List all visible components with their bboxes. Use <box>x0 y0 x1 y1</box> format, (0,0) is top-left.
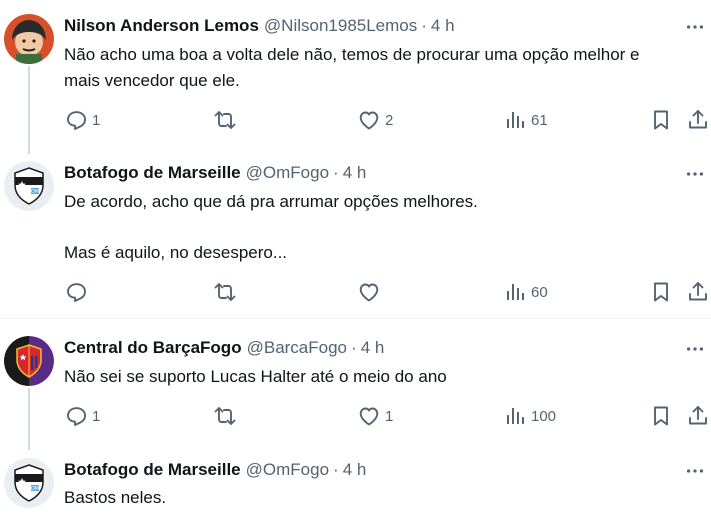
author-handle[interactable]: @OmFogo <box>246 459 329 481</box>
bookmark-button[interactable] <box>649 107 673 133</box>
tweet-header: Botafogo de Marseille @OmFogo · 4 h <box>64 459 366 481</box>
retweet-button[interactable] <box>213 107 237 133</box>
tweet-header: Botafogo de Marseille @OmFogo · 4 h <box>64 162 366 184</box>
reply-button[interactable] <box>64 279 88 305</box>
heart-icon <box>359 407 379 426</box>
author-handle[interactable]: @Nilson1985Lemos <box>264 15 417 37</box>
avatar[interactable]: OM <box>4 458 54 508</box>
svg-text:OM: OM <box>31 189 39 195</box>
more-icon[interactable] <box>683 163 707 185</box>
heart-icon <box>359 283 379 302</box>
author-name[interactable]: Botafogo de Marseille <box>64 162 241 184</box>
views-icon <box>507 284 524 300</box>
bookmark-button[interactable] <box>649 279 673 305</box>
share-icon <box>689 406 707 425</box>
separator-dot: · <box>333 460 339 479</box>
tweet-separator <box>0 318 711 319</box>
reply-icon <box>67 111 86 130</box>
views-count: 61 <box>531 111 548 129</box>
tweet[interactable]: Central do BarçaFogo @BarcaFogo · 4 h Nã… <box>0 336 711 436</box>
action-bar: 1 2 61 <box>0 107 711 133</box>
author-name[interactable]: Central do BarçaFogo <box>64 337 242 359</box>
more-icon[interactable] <box>683 338 707 360</box>
action-bar: 1 1 100 <box>0 403 711 429</box>
timestamp[interactable]: 4 h <box>343 162 367 184</box>
heart-icon <box>359 111 379 130</box>
tweet-text-line: Não acho uma boa a volta dele não, temos… <box>64 45 640 64</box>
reply-button[interactable]: 1 <box>64 107 100 133</box>
tweet-text-line: De acordo, acho que dá pra arrumar opçõe… <box>64 192 478 211</box>
like-button[interactable]: 2 <box>357 107 393 133</box>
share-button[interactable] <box>686 403 710 429</box>
like-count: 2 <box>385 111 394 129</box>
views-icon <box>507 112 524 128</box>
author-handle[interactable]: @BarcaFogo <box>247 337 347 359</box>
reply-icon <box>67 283 86 302</box>
retweet-icon <box>214 111 236 129</box>
author-handle[interactable]: @OmFogo <box>246 162 329 184</box>
share-icon <box>689 110 707 129</box>
share-icon <box>689 282 707 301</box>
svg-text:OM: OM <box>31 486 39 492</box>
timestamp[interactable]: 4 h <box>361 337 385 359</box>
tweet[interactable]: OM Botafogo de Marseille @OmFogo · 4 h B… <box>0 458 711 516</box>
more-icon[interactable] <box>683 16 707 38</box>
retweet-button[interactable] <box>213 279 237 305</box>
like-button[interactable] <box>357 279 381 305</box>
timestamp[interactable]: 4 h <box>431 15 455 37</box>
like-count: 1 <box>385 407 394 425</box>
more-icon[interactable] <box>683 460 707 482</box>
tweet-text-line: Bastos neles. <box>64 488 167 507</box>
tweet-text-line: Mas é aquilo, no desespero... <box>64 243 288 262</box>
reply-count: 1 <box>92 111 101 129</box>
bookmark-icon <box>654 406 668 426</box>
views-button[interactable]: 61 <box>503 107 548 133</box>
separator-dot: · <box>351 338 357 357</box>
separator-dot: · <box>333 163 339 182</box>
avatar[interactable] <box>4 14 54 64</box>
retweet-icon <box>214 283 236 301</box>
retweet-icon <box>214 407 236 425</box>
views-button[interactable]: 60 <box>503 279 548 305</box>
bookmark-button[interactable] <box>649 403 673 429</box>
views-button[interactable]: 100 <box>503 403 556 429</box>
reply-icon <box>67 407 86 426</box>
tweet-header: Central do BarçaFogo @BarcaFogo · 4 h <box>64 337 384 359</box>
like-button[interactable]: 1 <box>357 403 393 429</box>
avatar[interactable]: OM <box>4 161 54 211</box>
views-icon <box>507 408 524 424</box>
action-bar: 60 <box>0 279 711 305</box>
bookmark-icon <box>654 110 668 130</box>
timestamp[interactable]: 4 h <box>343 459 367 481</box>
separator-dot: · <box>421 16 427 35</box>
tweet-text-line: Não sei se suporto Lucas Halter até o me… <box>64 367 447 386</box>
reply-button[interactable]: 1 <box>64 403 100 429</box>
author-name[interactable]: Botafogo de Marseille <box>64 459 241 481</box>
tweet[interactable]: OM Botafogo de Marseille @OmFogo · 4 h D… <box>0 161 711 311</box>
reply-count: 1 <box>92 407 101 425</box>
author-name[interactable]: Nilson Anderson Lemos <box>64 15 259 37</box>
tweet[interactable]: Nilson Anderson Lemos @Nilson1985Lemos ·… <box>0 14 711 154</box>
tweet-text-line: mais vencedor que ele. <box>64 71 240 90</box>
share-button[interactable] <box>686 107 710 133</box>
share-button[interactable] <box>686 279 710 305</box>
bookmark-icon <box>654 282 668 302</box>
views-count: 60 <box>531 283 548 301</box>
tweet-header: Nilson Anderson Lemos @Nilson1985Lemos ·… <box>64 15 455 37</box>
retweet-button[interactable] <box>213 403 237 429</box>
avatar[interactable] <box>4 336 54 386</box>
views-count: 100 <box>531 407 557 425</box>
